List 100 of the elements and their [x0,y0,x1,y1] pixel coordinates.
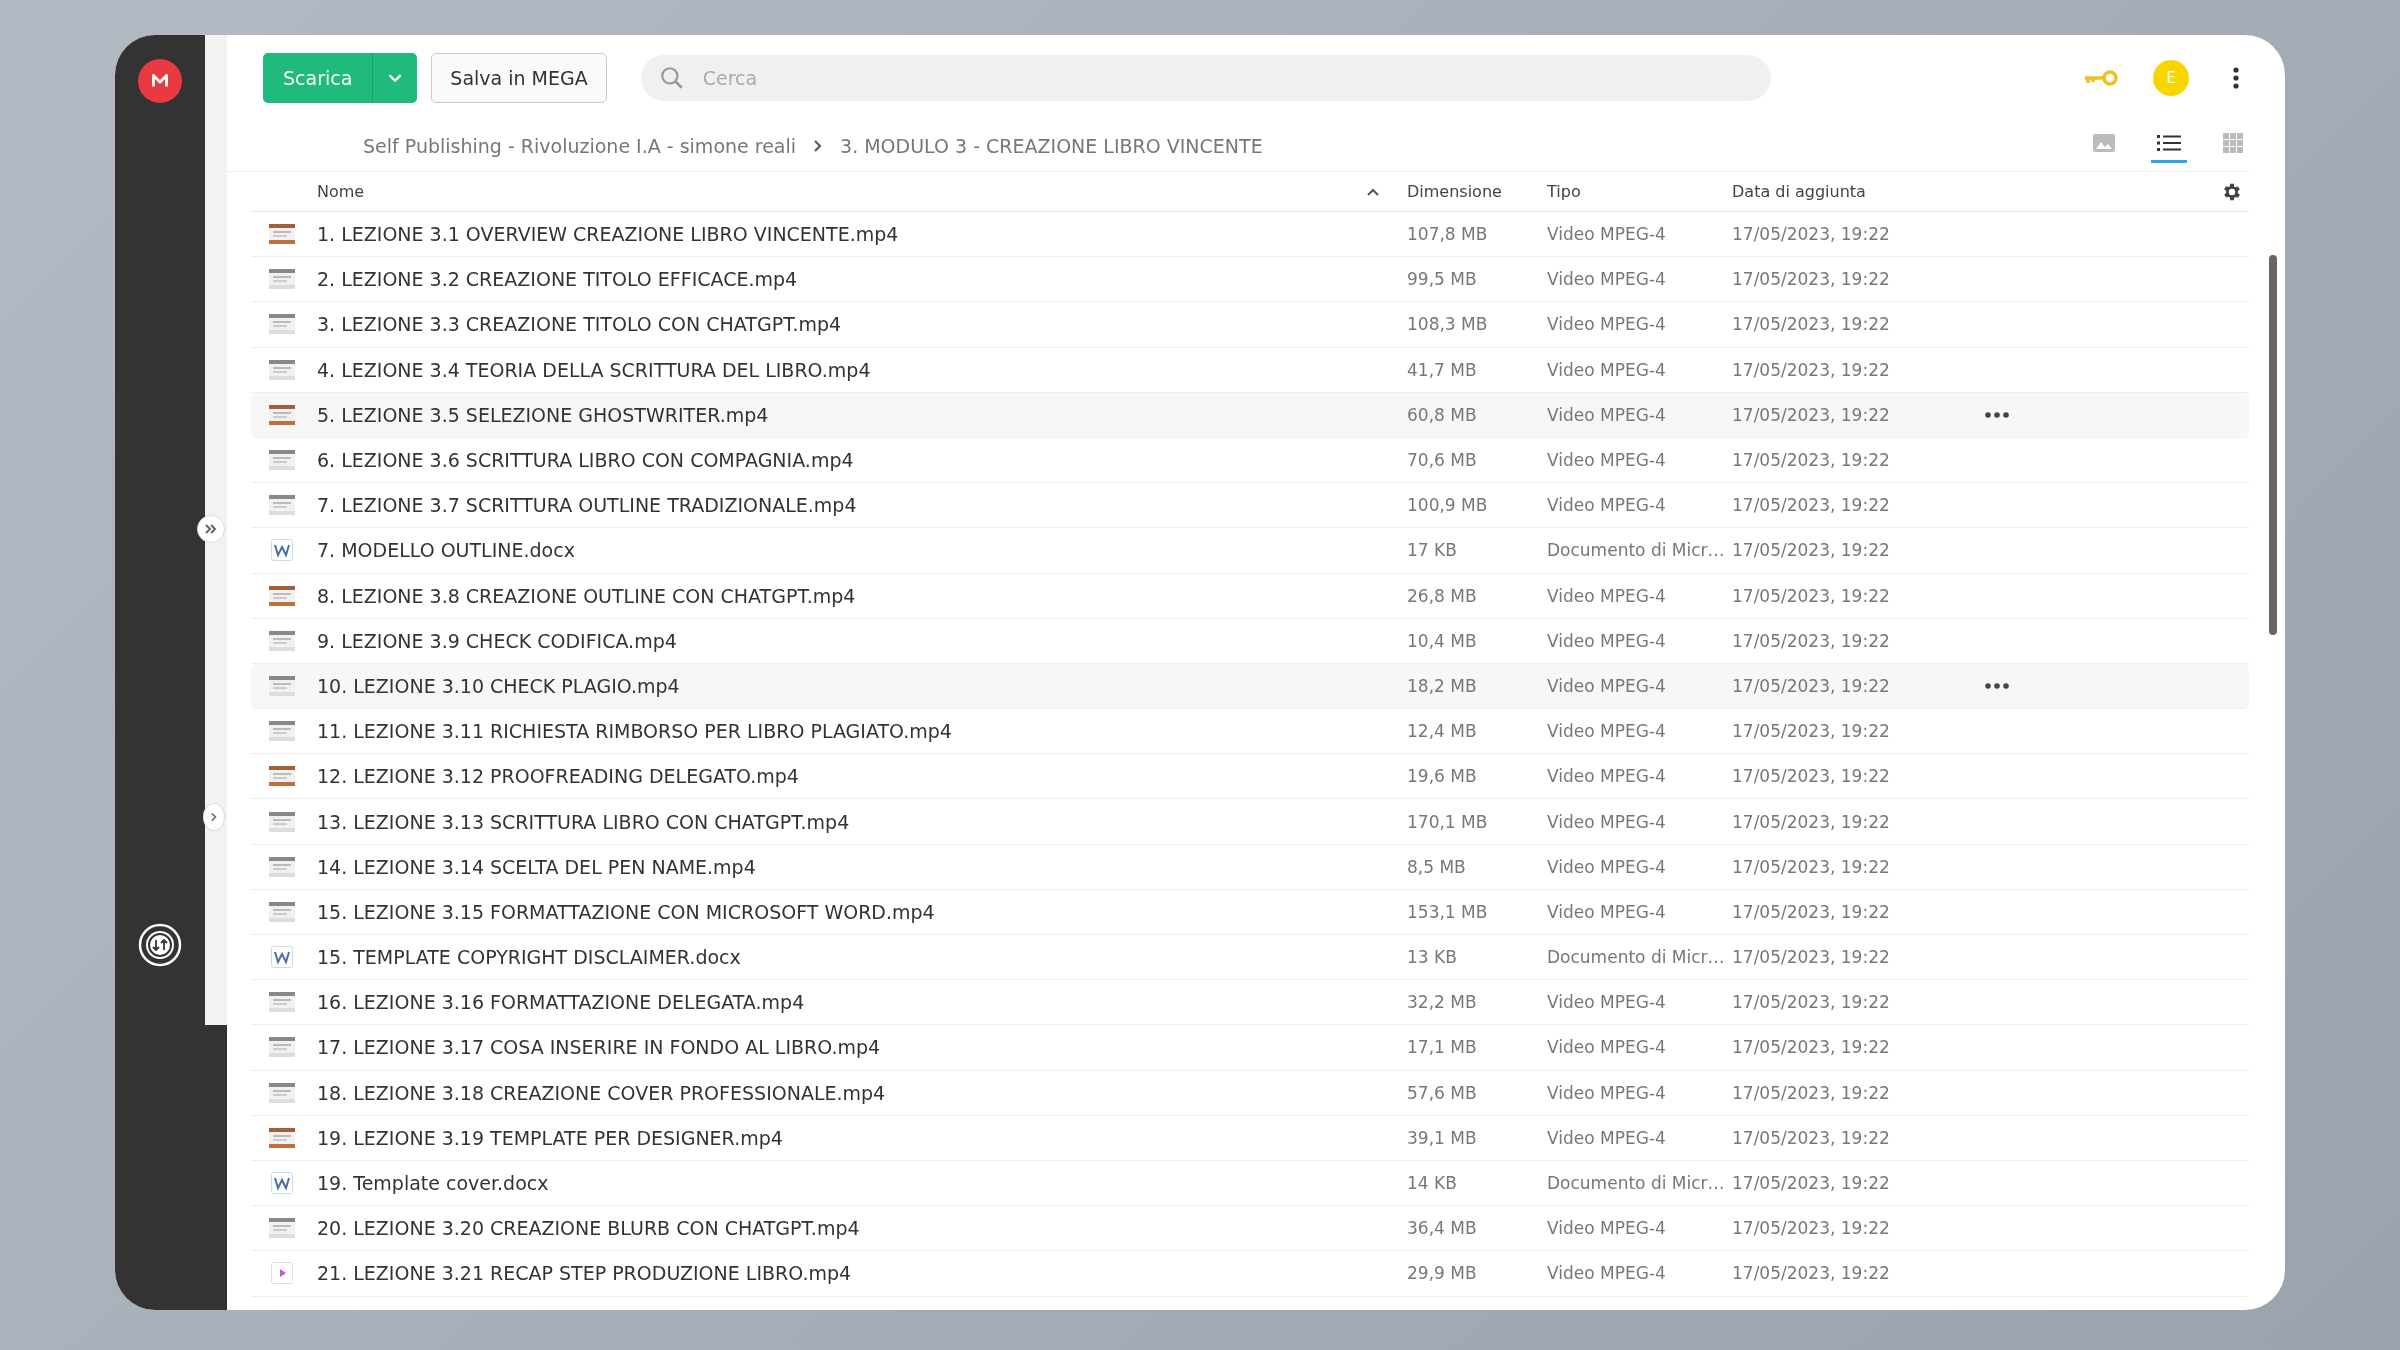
file-row[interactable]: 14. LEZIONE 3.14 SCELTA DEL PEN NAME.mp4 8,5 MB Video MPEG-4 17/05/2023, 19:22 [251,844,2249,890]
file-row[interactable]: 15. LEZIONE 3.15 FORMATTAZIONE CON MICROSOFT WORD.mp4 153,1 MB Video MPEG-4 17/05/2023, 19:22 [251,889,2249,935]
file-row[interactable]: 3. LEZIONE 3.3 CREAZIONE TITOLO CON CHATGPT.mp4 108,3 MB Video MPEG-4 17/05/2023, 19:22 [251,302,2249,348]
file-row[interactable]: 4. LEZIONE 3.4 TEORIA DELLA SCRITTURA DEL LIBRO.mp4 41,7 MB Video MPEG-4 17/05/2023, 19:22 [251,347,2249,393]
file-type: Video MPEG-4 [1547,269,1667,290]
file-name: 13. LEZIONE 3.13 SCRITTURA LIBRO CON CHATGPT.mp4 [316,810,851,833]
file-size: 12,4 MB [1407,721,1478,742]
file-size: 8,5 MB [1407,856,1467,877]
file-row[interactable]: 20. LEZIONE 3.20 CREAZIONE BLURB CON CHATGPT.mp4 36,4 MB Video MPEG-4 17/05/2023, 19:22 [251,1206,2249,1252]
search-field[interactable]: Cerca [640,55,1771,101]
video-thumbnail-icon [269,314,295,335]
file-name: 19. Template cover.docx [316,1172,550,1195]
file-row[interactable]: 13. LEZIONE 3.13 SCRITTURA LIBRO CON CHATGPT.mp4 170,1 MB Video MPEG-4 17/05/2023, 19:22 [251,799,2249,845]
date-added: 17/05/2023, 19:22 [1732,450,1891,471]
file-size: 19,6 MB [1407,766,1478,787]
video-thumbnail-icon [269,269,295,290]
breadcrumb-item[interactable]: Self Publishing - Rivoluzione I.A - simone reali [363,135,797,157]
date-added: 17/05/2023, 19:22 [1732,947,1891,968]
file-type: Video MPEG-4 [1547,359,1667,380]
file-type: Video MPEG-4 [1547,766,1667,787]
file-row[interactable]: 7. LEZIONE 3.7 SCRITTURA OUTLINE TRADIZIONALE.mp4 100,9 MB Video MPEG-4 17/05/2023, 19:22 [251,483,2249,529]
more-options-icon[interactable] [2233,66,2239,90]
video-thumbnail-icon [269,856,295,877]
file-type: Video MPEG-4 [1547,675,1667,696]
video-thumbnail-icon [269,495,295,516]
file-size: 14 KB [1407,1173,1458,1194]
date-added: 17/05/2023, 19:22 [1732,1218,1891,1239]
date-added: 17/05/2023, 19:22 [1732,901,1891,922]
file-type: Video MPEG-4 [1547,856,1667,877]
file-row[interactable]: 7. MODELLO OUTLINE.docx 17 KB Documento di Micr… 17/05/2023, 19:22 [251,528,2249,574]
column-header[interactable]: Data di aggiunta [1732,182,1957,201]
file-size: 29,9 MB [1407,1263,1478,1284]
file-row[interactable]: 11. LEZIONE 3.11 RICHIESTA RIMBORSO PER LIBRO PLAGIATO.mp4 12,4 MB Video MPEG-4 17/05/2023, 19:22 [251,709,2249,755]
file-type: Video MPEG-4 [1547,1037,1667,1058]
expand-sidebar-button[interactable] [197,515,225,543]
transfers-icon[interactable] [138,923,182,967]
file-size: 153,1 MB [1407,901,1489,922]
file-row[interactable]: 1. LEZIONE 3.1 OVERVIEW CREAZIONE LIBRO VINCENTE.mp4 107,8 MB Video MPEG-4 17/05/2023, 19:22 [251,212,2249,258]
file-row[interactable]: 18. LEZIONE 3.18 CREAZIONE COVER PROFESSIONALE.mp4 57,6 MB Video MPEG-4 17/05/2023, 19:22 [251,1070,2249,1116]
more-actions-icon[interactable] [1985,411,2009,418]
video-thumbnail-icon [269,766,295,787]
file-name: 18. LEZIONE 3.18 CREAZIONE COVER PROFESSIONALE.mp4 [316,1081,887,1104]
sort-ascending-icon[interactable] [1367,187,1379,196]
file-row[interactable]: 15. TEMPLATE COPYRIGHT DISCLAIMER.docx 13 KB Documento di Micr… 17/05/2023, 19:22 [251,935,2249,981]
date-added: 17/05/2023, 19:22 [1732,630,1891,651]
file-row[interactable]: 17. LEZIONE 3.17 COSA INSERIRE IN FONDO AL LIBRO.mp4 17,1 MB Video MPEG-4 17/05/2023, 19:22 [251,1025,2249,1071]
file-type: Video MPEG-4 [1547,901,1667,922]
file-name: 3. LEZIONE 3.3 CREAZIONE TITOLO CON CHATGPT.mp4 [316,313,843,336]
column-header[interactable]: Tipo [1547,182,1732,201]
date-added: 17/05/2023, 19:22 [1732,269,1891,290]
date-added: 17/05/2023, 19:22 [1732,856,1891,877]
file-name: 11. LEZIONE 3.11 RICHIESTA RIMBORSO PER LIBRO PLAGIATO.mp4 [316,720,953,743]
date-added: 17/05/2023, 19:22 [1732,992,1891,1013]
video-thumbnail-icon [269,404,295,425]
column-header[interactable]: Nome [307,182,1367,201]
file-row[interactable]: 21. LEZIONE 3.21 RECAP STEP PRODUZIONE LIBRO.mp4 29,9 MB Video MPEG-4 17/05/2023, 19:22 [251,1251,2249,1297]
column-header[interactable]: Dimensione [1407,182,1547,201]
file-row[interactable]: 12. LEZIONE 3.12 PROOFREADING DELEGATO.mp4 19,6 MB Video MPEG-4 17/05/2023, 19:22 [251,754,2249,800]
expand-panel-button[interactable] [203,803,225,831]
video-thumbnail-icon [269,811,295,832]
file-name: 1. LEZIONE 3.1 OVERVIEW CREAZIONE LIBRO VINCENTE.mp4 [316,223,900,246]
date-added: 17/05/2023, 19:22 [1732,1173,1891,1194]
file-size: 17 KB [1407,540,1458,561]
file-row[interactable]: 8. LEZIONE 3.8 CREAZIONE OUTLINE CON CHATGPT.mp4 26,8 MB Video MPEG-4 17/05/2023, 19:22 [251,573,2249,619]
file-type: Documento di Micr… [1547,540,1726,561]
date-added: 17/05/2023, 19:22 [1732,404,1891,425]
file-name: 19. LEZIONE 3.19 TEMPLATE PER DESIGNER.mp4 [316,1126,784,1149]
file-type: Video MPEG-4 [1547,721,1667,742]
file-type: Video MPEG-4 [1547,811,1667,832]
file-row[interactable]: 10. LEZIONE 3.10 CHECK PLAGIO.mp4 18,2 MB Video MPEG-4 17/05/2023, 19:22 [251,663,2249,710]
word-document-icon [271,1172,293,1195]
video-thumbnail-icon [269,901,295,922]
file-size: 41,7 MB [1407,359,1478,380]
more-actions-icon[interactable] [1985,682,2009,689]
save-button[interactable]: Salva in MEGA [431,53,607,103]
breadcrumb-item[interactable]: 3. MODULO 3 - CREAZIONE LIBRO VINCENTE [840,135,1263,157]
date-added: 17/05/2023, 19:22 [1732,359,1891,380]
file-row[interactable]: 2. LEZIONE 3.2 CREAZIONE TITOLO EFFICACE.mp4 99,5 MB Video MPEG-4 17/05/2023, 19:22 [251,257,2249,303]
file-name: 15. TEMPLATE COPYRIGHT DISCLAIMER.docx [316,946,742,969]
file-name: 2. LEZIONE 3.2 CREAZIONE TITOLO EFFICACE.mp4 [316,268,799,291]
file-name: 8. LEZIONE 3.8 CREAZIONE OUTLINE CON CHATGPT.mp4 [316,584,857,607]
file-row[interactable]: 19. LEZIONE 3.19 TEMPLATE PER DESIGNER.mp4 39,1 MB Video MPEG-4 17/05/2023, 19:22 [251,1115,2249,1161]
file-type: Video MPEG-4 [1547,585,1667,606]
file-row[interactable]: 9. LEZIONE 3.9 CHECK CODIFICA.mp4 10,4 MB Video MPEG-4 17/05/2023, 19:22 [251,618,2249,664]
date-added: 17/05/2023, 19:22 [1732,721,1891,742]
mega-logo-icon[interactable] [138,59,182,103]
file-size: 170,1 MB [1407,811,1489,832]
file-row[interactable]: 16. LEZIONE 3.16 FORMATTAZIONE DELEGATA.mp4 32,2 MB Video MPEG-4 17/05/2023, 19:22 [251,980,2249,1026]
file-row[interactable]: 5. LEZIONE 3.5 SELEZIONE GHOSTWRITER.mp4 60,8 MB Video MPEG-4 17/05/2023, 19:22 [251,392,2249,438]
word-document-icon [271,539,293,562]
video-thumbnail-icon [269,1037,295,1058]
scrollbar-thumb[interactable] [2269,255,2277,635]
file-row[interactable]: 6. LEZIONE 3.6 SCRITTURA LIBRO CON COMPAGNIA.mp4 70,6 MB Video MPEG-4 17/05/2023, 19:22 [251,437,2249,484]
date-added: 17/05/2023, 19:22 [1732,1082,1891,1103]
video-file-icon [271,1262,293,1285]
file-type: Documento di Micr… [1547,1173,1726,1194]
file-type: Video MPEG-4 [1547,495,1667,516]
file-size: 13 KB [1407,947,1458,968]
file-type: Video MPEG-4 [1547,992,1667,1013]
file-row[interactable]: 19. Template cover.docx 14 KB Documento di Micr… 17/05/2023, 19:22 [251,1160,2249,1207]
